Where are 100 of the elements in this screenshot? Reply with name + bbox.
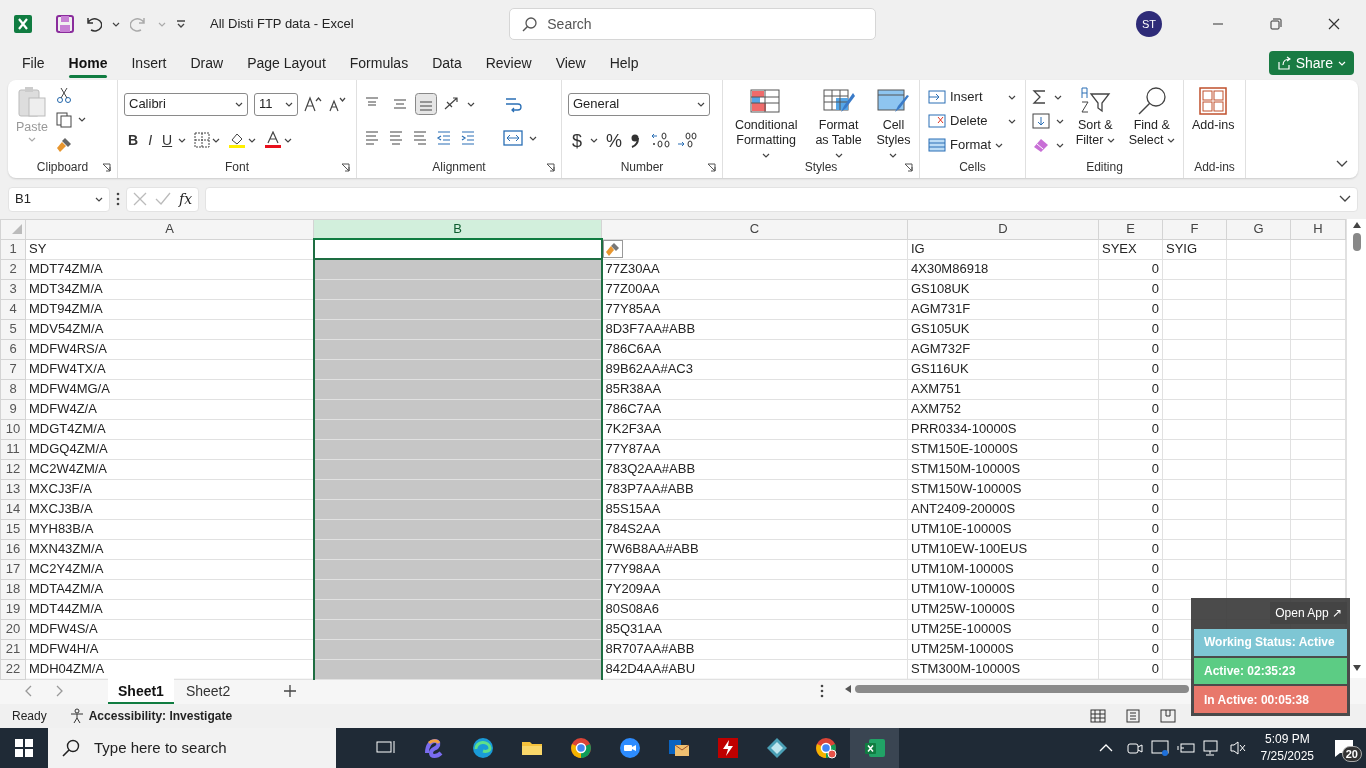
muted-speaker-icon[interactable]	[1228, 740, 1247, 756]
close-icon[interactable]	[1328, 18, 1340, 30]
row-header[interactable]: 13	[0, 479, 26, 499]
dialog-launcher-icon[interactable]	[102, 162, 111, 172]
font-style-button[interactable]: I	[144, 128, 156, 152]
clock-date[interactable]: 7/25/2025	[1260, 748, 1314, 765]
next-sheet-icon[interactable]	[56, 685, 64, 697]
row-header[interactable]: 5	[0, 319, 26, 339]
browser-icon[interactable]	[471, 737, 494, 759]
undo-icon[interactable]	[84, 15, 102, 33]
row-header[interactable]: 18	[0, 579, 26, 599]
merge-icon[interactable]	[503, 129, 523, 147]
caret-icon[interactable]	[590, 137, 598, 143]
insert-function-button[interactable]: fx	[179, 188, 193, 210]
row-header[interactable]: 4	[0, 299, 26, 319]
caret-icon[interactable]	[529, 135, 537, 141]
restore-icon[interactable]	[1270, 18, 1282, 30]
name-box[interactable]: B1	[8, 186, 110, 212]
previous-sheet-icon[interactable]	[24, 685, 32, 697]
menu-tab[interactable]: View	[543, 48, 598, 78]
increase-decimal-icon[interactable]	[650, 131, 673, 149]
ribbon-button[interactable]: Sort & Filter	[1070, 84, 1121, 156]
scroll-thumb[interactable]	[1353, 233, 1361, 251]
row-header[interactable]: 6	[0, 339, 26, 359]
menu-tab[interactable]: Page Layout	[235, 48, 338, 78]
row-header[interactable]: 21	[0, 639, 26, 659]
accessibility-status[interactable]: Accessibility: Investigate	[88, 707, 233, 725]
decrease-indent-icon[interactable]	[435, 129, 453, 147]
camera-icon[interactable]	[1126, 740, 1143, 756]
more-icon[interactable]	[116, 192, 120, 206]
row-header[interactable]: 9	[0, 399, 26, 419]
menu-tab[interactable]: Home	[56, 48, 120, 78]
caret-icon[interactable]	[834, 153, 843, 159]
menu-tab[interactable]: Draw	[178, 48, 236, 78]
caret-icon[interactable]	[235, 101, 243, 107]
row-header[interactable]: 14	[0, 499, 26, 519]
font-style-button[interactable]: U	[158, 128, 177, 152]
normal-view-icon[interactable]	[1090, 709, 1106, 723]
column-header[interactable]: E	[1098, 219, 1163, 239]
percent-button[interactable]: %	[602, 128, 627, 152]
clock-time[interactable]: 5:09 PM	[1264, 731, 1310, 748]
align-left-icon[interactable]	[363, 129, 381, 147]
collapse-ribbon-icon[interactable]	[1336, 160, 1348, 168]
column-header[interactable]: D	[907, 219, 1099, 239]
battery-icon[interactable]	[1176, 740, 1195, 756]
column-header[interactable]: H	[1290, 219, 1346, 239]
lightning-icon[interactable]	[716, 737, 739, 759]
comma-style-icon[interactable]	[630, 132, 641, 148]
scroll-up-icon[interactable]	[1352, 221, 1362, 229]
page-layout-icon[interactable]	[1126, 709, 1140, 723]
swirl-icon[interactable]	[422, 737, 445, 759]
more-icon[interactable]	[820, 684, 824, 698]
chevron-up-icon[interactable]	[1098, 744, 1113, 752]
caret-icon[interactable]	[1056, 118, 1064, 124]
caret-icon[interactable]	[95, 196, 103, 202]
fill-color-icon[interactable]	[228, 131, 247, 149]
shrink-font-icon[interactable]	[328, 96, 346, 112]
caret-icon[interactable]	[467, 101, 475, 107]
ribbon-button[interactable]: Find & Select	[1126, 84, 1177, 156]
menu-tab[interactable]: Formulas	[337, 48, 421, 78]
caret-icon[interactable]	[1008, 118, 1016, 124]
dialog-launcher-icon[interactable]	[546, 162, 555, 172]
ribbon-button[interactable]: Cell Styles	[873, 84, 913, 156]
row-header[interactable]: 16	[0, 539, 26, 559]
save-icon[interactable]	[56, 15, 74, 33]
font-color-icon[interactable]	[264, 131, 283, 149]
video-call-icon[interactable]	[618, 737, 641, 759]
row-header[interactable]: 19	[0, 599, 26, 619]
row-header[interactable]: 2	[0, 259, 26, 279]
dialog-launcher-icon[interactable]	[341, 162, 350, 172]
ribbon-button[interactable]: Format	[926, 134, 1018, 156]
row-header[interactable]: 11	[0, 439, 26, 459]
caret-icon[interactable]	[1008, 94, 1016, 100]
sum-icon[interactable]	[1032, 89, 1048, 105]
row-header[interactable]: 8	[0, 379, 26, 399]
ribbon-button[interactable]: Delete	[926, 110, 1018, 132]
column-header[interactable]: F	[1162, 219, 1227, 239]
menu-tab[interactable]: Insert	[119, 48, 179, 78]
globe-icon[interactable]	[569, 737, 592, 759]
taskbar-search-field[interactable]: Type here to search	[48, 728, 336, 768]
grow-font-icon[interactable]	[304, 96, 322, 112]
column-header[interactable]: C	[601, 219, 908, 239]
row-header[interactable]: 20	[0, 619, 26, 639]
row-header[interactable]: 22	[0, 659, 26, 679]
row-header[interactable]: 7	[0, 359, 26, 379]
fill-down-icon[interactable]	[1032, 113, 1050, 129]
horizontal-scrollbar[interactable]	[843, 683, 1189, 695]
caret-icon[interactable]	[889, 153, 898, 159]
menu-tab[interactable]: File	[10, 48, 57, 78]
ribbon-button[interactable]: Insert	[926, 86, 1018, 108]
borders-icon[interactable]	[194, 132, 211, 148]
caret-icon[interactable]	[284, 137, 293, 143]
formula-input[interactable]	[205, 186, 1358, 212]
avatar[interactable]: ST	[1136, 11, 1162, 37]
ribbon-button[interactable]: Conditional Formatting	[729, 84, 804, 156]
scissors-icon[interactable]	[55, 87, 72, 104]
caret-icon[interactable]	[112, 21, 120, 27]
sheet-tab[interactable]: Sheet1	[108, 678, 174, 704]
row-header[interactable]: 1	[0, 239, 26, 259]
globe-icon[interactable]	[814, 737, 837, 759]
